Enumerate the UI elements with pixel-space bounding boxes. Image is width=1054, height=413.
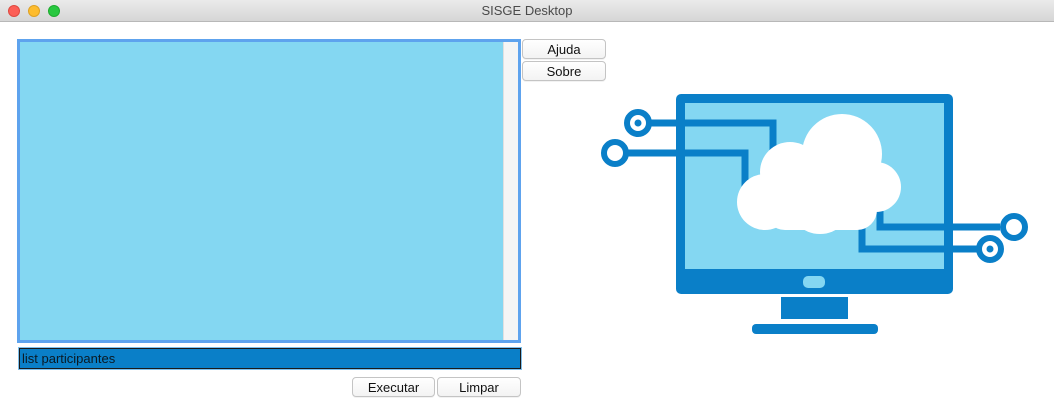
- main-content: Ajuda Sobre list participantes Executar …: [0, 22, 1054, 413]
- window-title: SISGE Desktop: [481, 3, 573, 18]
- execute-button[interactable]: Executar: [352, 377, 435, 397]
- circuit-node-3: [1000, 213, 1028, 241]
- monitor-base: [752, 324, 878, 334]
- circuit-node-1-dot: [634, 119, 642, 127]
- command-input[interactable]: list participantes: [18, 347, 522, 370]
- circuit-node-4-dot: [986, 245, 994, 253]
- circuit-node-2: [601, 139, 629, 167]
- output-text-area[interactable]: [17, 39, 521, 343]
- about-button[interactable]: Sobre: [522, 61, 606, 81]
- help-button[interactable]: Ajuda: [522, 39, 606, 59]
- app-window: SISGE Desktop Ajuda Sobre list participa…: [0, 0, 1054, 413]
- clear-button[interactable]: Limpar: [437, 377, 521, 397]
- output-scrollbar[interactable]: [503, 42, 518, 340]
- power-indicator: [803, 276, 825, 288]
- monitor-neck: [781, 297, 848, 319]
- cloud-computer-icon: [601, 94, 1028, 334]
- title-bar[interactable]: SISGE Desktop: [0, 0, 1054, 22]
